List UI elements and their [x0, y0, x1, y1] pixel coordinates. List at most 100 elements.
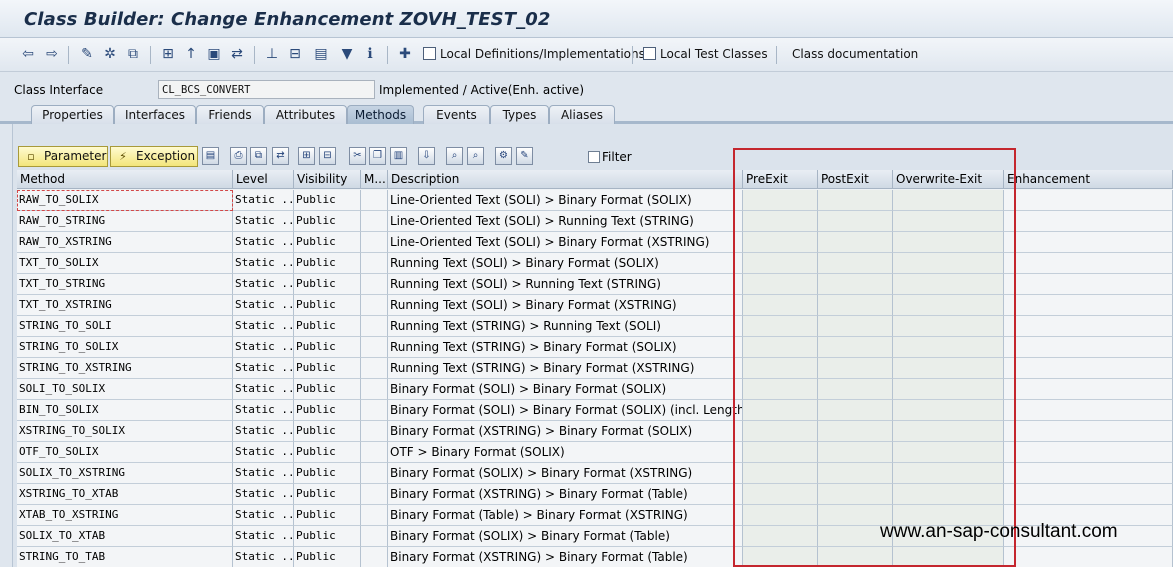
cell-visibility[interactable]: Public — [294, 316, 361, 337]
enhancement-icon[interactable]: ✎ — [516, 147, 533, 165]
table-row[interactable]: SOLI_TO_SOLIXStatic ...Public Binary Form… — [17, 379, 1173, 400]
cell-description[interactable]: Running Text (STRING) > Binary Format (X… — [388, 358, 743, 379]
cell-enhancement[interactable] — [1004, 211, 1173, 232]
column-header-preexit[interactable]: PreExit — [743, 170, 818, 189]
cell-description[interactable]: Binary Format (SOLIX) > Binary Format (X… — [388, 463, 743, 484]
table-row[interactable]: STRING_TO_TABStatic ...Public Binary Form… — [17, 547, 1173, 567]
cell-modeled[interactable] — [361, 211, 388, 232]
cell-overwrite-exit[interactable] — [893, 442, 1004, 463]
cell-preexit[interactable] — [743, 295, 818, 316]
table-row[interactable]: XSTRING_TO_XTABStatic ...Public Binary Fo… — [17, 484, 1173, 505]
cell-visibility[interactable]: Public — [294, 337, 361, 358]
cell-preexit[interactable] — [743, 190, 818, 211]
hierarchy-icon[interactable]: ⊞ — [160, 46, 176, 62]
display-change-icon[interactable]: ✎ — [79, 46, 95, 62]
cell-enhancement[interactable] — [1004, 358, 1173, 379]
table-row[interactable]: RAW_TO_STRINGStatic ...Public Line-Orient… — [17, 211, 1173, 232]
cell-method[interactable]: STRING_TO_SOLI — [17, 316, 233, 337]
tab-properties[interactable]: Properties — [31, 105, 114, 124]
cut-icon[interactable]: ✂ — [349, 147, 366, 165]
local-definitions-button[interactable]: Local Definitions/Implementations — [423, 47, 645, 61]
column-header-method[interactable]: Method — [17, 170, 233, 189]
column-header-enhancement[interactable]: Enhancement — [1004, 170, 1173, 189]
column-header-description[interactable]: Description — [388, 170, 743, 189]
cell-visibility[interactable]: Public — [294, 400, 361, 421]
cell-overwrite-exit[interactable] — [893, 211, 1004, 232]
cell-enhancement[interactable] — [1004, 421, 1173, 442]
copy-icon[interactable]: ⧉ — [250, 147, 267, 165]
list-icon[interactable]: ▤ — [313, 46, 329, 62]
cell-enhancement[interactable] — [1004, 295, 1173, 316]
cell-visibility[interactable]: Public — [294, 253, 361, 274]
cell-visibility[interactable]: Public — [294, 295, 361, 316]
cell-description[interactable]: Line-Oriented Text (SOLI) > Binary Forma… — [388, 190, 743, 211]
table-row[interactable]: RAW_TO_XSTRINGStatic ...Public Line-Orien… — [17, 232, 1173, 253]
cell-method[interactable]: TXT_TO_SOLIX — [17, 253, 233, 274]
column-header-level[interactable]: Level — [233, 170, 294, 189]
cell-enhancement[interactable] — [1004, 442, 1173, 463]
cell-postexit[interactable] — [818, 232, 893, 253]
cell-postexit[interactable] — [818, 295, 893, 316]
cell-description[interactable]: Binary Format (SOLI) > Binary Format (SO… — [388, 400, 743, 421]
cell-modeled[interactable] — [361, 337, 388, 358]
cell-method[interactable]: STRING_TO_XSTRING — [17, 358, 233, 379]
class-documentation-button[interactable]: Class documentation — [792, 47, 918, 61]
cell-postexit[interactable] — [818, 463, 893, 484]
filter-icon[interactable]: ▼ — [339, 46, 355, 62]
cell-level[interactable]: Static ... — [233, 526, 294, 547]
column-header-overwrite-exit[interactable]: Overwrite-Exit — [893, 170, 1004, 189]
cell-modeled[interactable] — [361, 316, 388, 337]
cell-method[interactable]: XTAB_TO_XSTRING — [17, 505, 233, 526]
cell-postexit[interactable] — [818, 274, 893, 295]
cell-preexit[interactable] — [743, 400, 818, 421]
cell-description[interactable]: OTF > Binary Format (SOLIX) — [388, 442, 743, 463]
cell-visibility[interactable]: Public — [294, 505, 361, 526]
cell-postexit[interactable] — [818, 421, 893, 442]
cell-method[interactable]: TXT_TO_STRING — [17, 274, 233, 295]
cell-level[interactable]: Static ... — [233, 232, 294, 253]
filter-checkbox[interactable]: Filter — [588, 150, 632, 164]
cell-postexit[interactable] — [818, 190, 893, 211]
cell-level[interactable]: Static ... — [233, 337, 294, 358]
print-icon[interactable]: ⎙ — [230, 147, 247, 165]
cell-description[interactable]: Running Text (SOLI) > Running Text (STRI… — [388, 274, 743, 295]
cell-modeled[interactable] — [361, 400, 388, 421]
cell-preexit[interactable] — [743, 421, 818, 442]
info-icon[interactable]: ℹ — [362, 46, 378, 62]
cell-enhancement[interactable] — [1004, 253, 1173, 274]
cell-modeled[interactable] — [361, 442, 388, 463]
table-row[interactable]: STRING_TO_SOLIStatic ...Public Running Te… — [17, 316, 1173, 337]
cell-description[interactable]: Running Text (STRING) > Binary Format (S… — [388, 337, 743, 358]
cell-preexit[interactable] — [743, 358, 818, 379]
cell-enhancement[interactable] — [1004, 379, 1173, 400]
where-used-icon[interactable]: ↑ — [183, 46, 199, 62]
puzzle-icon[interactable]: ✚ — [397, 46, 413, 62]
table-row[interactable]: BIN_TO_SOLIXStatic ...Public Binary Forma… — [17, 400, 1173, 421]
cell-level[interactable]: Static ... — [233, 442, 294, 463]
cell-level[interactable]: Static ... — [233, 484, 294, 505]
find-icon[interactable]: ⌕ — [446, 147, 463, 165]
cell-enhancement[interactable] — [1004, 274, 1173, 295]
cell-level[interactable]: Static ... — [233, 358, 294, 379]
cell-description[interactable]: Binary Format (XSTRING) > Binary Format … — [388, 421, 743, 442]
table-row[interactable]: STRING_TO_SOLIXStatic ...Public Running T… — [17, 337, 1173, 358]
cell-visibility[interactable]: Public — [294, 211, 361, 232]
move-icon[interactable]: ⇄ — [272, 147, 289, 165]
cell-method[interactable]: SOLI_TO_SOLIX — [17, 379, 233, 400]
cell-preexit[interactable] — [743, 337, 818, 358]
cell-method[interactable]: STRING_TO_TAB — [17, 547, 233, 567]
tab-friends[interactable]: Friends — [196, 105, 264, 124]
tab-interfaces[interactable]: Interfaces — [114, 105, 196, 124]
cell-method[interactable]: BIN_TO_SOLIX — [17, 400, 233, 421]
delete-row-icon[interactable]: ⊟ — [319, 147, 336, 165]
cell-enhancement[interactable] — [1004, 190, 1173, 211]
cell-description[interactable]: Binary Format (XSTRING) > Binary Format … — [388, 547, 743, 567]
local-test-classes-button[interactable]: Local Test Classes — [643, 47, 768, 61]
tab-attributes[interactable]: Attributes — [264, 105, 347, 124]
cell-postexit[interactable] — [818, 379, 893, 400]
cell-level[interactable]: Static ... — [233, 253, 294, 274]
cell-visibility[interactable]: Public — [294, 274, 361, 295]
cell-visibility[interactable]: Public — [294, 547, 361, 567]
table-row[interactable]: TXT_TO_SOLIXStatic ...Public Running Text… — [17, 253, 1173, 274]
cell-overwrite-exit[interactable] — [893, 316, 1004, 337]
